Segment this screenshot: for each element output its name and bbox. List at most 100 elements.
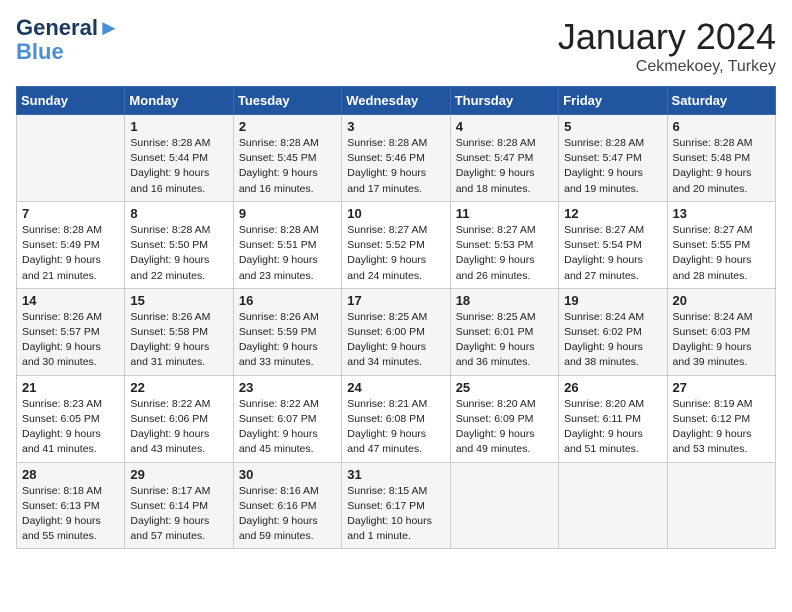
- day-number: 27: [673, 380, 770, 395]
- day-info: Sunrise: 8:15 AMSunset: 6:17 PMDaylight:…: [347, 484, 444, 545]
- day-number: 13: [673, 206, 770, 221]
- calendar-cell: 20Sunrise: 8:24 AMSunset: 6:03 PMDayligh…: [667, 288, 775, 375]
- day-number: 25: [456, 380, 553, 395]
- calendar-cell: 9 Sunrise: 8:28 AMSunset: 5:51 PMDaylight…: [233, 201, 341, 288]
- logo-blue: Blue: [16, 40, 120, 64]
- day-info: Sunrise: 8:20 AMSunset: 6:11 PMDaylight:…: [564, 397, 661, 458]
- day-number: 7: [22, 206, 119, 221]
- calendar-cell: 28 Sunrise: 8:18 AMSunset: 6:13 PMDayligh…: [17, 462, 125, 549]
- logo: General► Blue: [16, 16, 120, 64]
- day-info: Sunrise: 8:17 AMSunset: 6:14 PMDaylight:…: [130, 484, 227, 545]
- day-number: 10: [347, 206, 444, 221]
- calendar-cell: 10Sunrise: 8:27 AMSunset: 5:52 PMDayligh…: [342, 201, 450, 288]
- calendar-cell: [559, 462, 667, 549]
- weekday-header: Saturday: [667, 87, 775, 115]
- calendar-cell: 19Sunrise: 8:24 AMSunset: 6:02 PMDayligh…: [559, 288, 667, 375]
- calendar-week-row: 1Sunrise: 8:28 AMSunset: 5:44 PMDaylight…: [17, 115, 776, 202]
- day-number: 28: [22, 467, 119, 482]
- calendar-table: SundayMondayTuesdayWednesdayThursdayFrid…: [16, 86, 776, 549]
- calendar-cell: 17Sunrise: 8:25 AMSunset: 6:00 PMDayligh…: [342, 288, 450, 375]
- day-info: Sunrise: 8:27 AMSunset: 5:54 PMDaylight:…: [564, 223, 661, 284]
- day-info: Sunrise: 8:26 AMSunset: 5:58 PMDaylight:…: [130, 310, 227, 371]
- calendar-week-row: 14 Sunrise: 8:26 AMSunset: 5:57 PMDayligh…: [17, 288, 776, 375]
- calendar-cell: 18Sunrise: 8:25 AMSunset: 6:01 PMDayligh…: [450, 288, 558, 375]
- day-info: Sunrise: 8:28 AMSunset: 5:51 PMDaylight:…: [239, 223, 336, 284]
- location-subtitle: Cekmekoey, Turkey: [558, 58, 776, 76]
- weekday-header: Monday: [125, 87, 233, 115]
- calendar-cell: 3Sunrise: 8:28 AMSunset: 5:46 PMDaylight…: [342, 115, 450, 202]
- day-number: 31: [347, 467, 444, 482]
- day-info: Sunrise: 8:19 AMSunset: 6:12 PMDaylight:…: [673, 397, 770, 458]
- calendar-cell: 4 Sunrise: 8:28 AMSunset: 5:47 PMDaylight…: [450, 115, 558, 202]
- day-number: 16: [239, 293, 336, 308]
- calendar-cell: 16 Sunrise: 8:26 AMSunset: 5:59 PMDayligh…: [233, 288, 341, 375]
- day-number: 30: [239, 467, 336, 482]
- day-number: 14: [22, 293, 119, 308]
- calendar-week-row: 21 Sunrise: 8:23 AMSunset: 6:05 PMDayligh…: [17, 375, 776, 462]
- calendar-cell: 23 Sunrise: 8:22 AMSunset: 6:07 PMDayligh…: [233, 375, 341, 462]
- calendar-cell: 2Sunrise: 8:28 AMSunset: 5:45 PMDaylight…: [233, 115, 341, 202]
- page-header: General► Blue January 2024 Cekmekoey, Tu…: [16, 16, 776, 76]
- day-number: 6: [673, 119, 770, 134]
- day-info: Sunrise: 8:16 AMSunset: 6:16 PMDaylight:…: [239, 484, 336, 545]
- weekday-header: Wednesday: [342, 87, 450, 115]
- day-info: Sunrise: 8:22 AMSunset: 6:07 PMDaylight:…: [239, 397, 336, 458]
- day-number: 21: [22, 380, 119, 395]
- day-number: 23: [239, 380, 336, 395]
- month-title: January 2024: [558, 16, 776, 58]
- day-number: 26: [564, 380, 661, 395]
- day-info: Sunrise: 8:21 AMSunset: 6:08 PMDaylight:…: [347, 397, 444, 458]
- day-number: 22: [130, 380, 227, 395]
- day-info: Sunrise: 8:23 AMSunset: 6:05 PMDaylight:…: [22, 397, 119, 458]
- calendar-cell: 30 Sunrise: 8:16 AMSunset: 6:16 PMDayligh…: [233, 462, 341, 549]
- calendar-cell: 21 Sunrise: 8:23 AMSunset: 6:05 PMDayligh…: [17, 375, 125, 462]
- day-info: Sunrise: 8:28 AMSunset: 5:49 PMDaylight:…: [22, 223, 119, 284]
- calendar-cell: 13 Sunrise: 8:27 AMSunset: 5:55 PMDayligh…: [667, 201, 775, 288]
- day-number: 9: [239, 206, 336, 221]
- day-number: 4: [456, 119, 553, 134]
- day-number: 8: [130, 206, 227, 221]
- day-info: Sunrise: 8:28 AMSunset: 5:50 PMDaylight:…: [130, 223, 227, 284]
- day-number: 1: [130, 119, 227, 134]
- day-info: Sunrise: 8:18 AMSunset: 6:13 PMDaylight:…: [22, 484, 119, 545]
- calendar-cell: 25Sunrise: 8:20 AMSunset: 6:09 PMDayligh…: [450, 375, 558, 462]
- day-info: Sunrise: 8:28 AMSunset: 5:47 PMDaylight:…: [456, 136, 553, 197]
- day-number: 20: [673, 293, 770, 308]
- calendar-cell: 8 Sunrise: 8:28 AMSunset: 5:50 PMDaylight…: [125, 201, 233, 288]
- calendar-cell: 31 Sunrise: 8:15 AMSunset: 6:17 PMDayligh…: [342, 462, 450, 549]
- calendar-cell: 26 Sunrise: 8:20 AMSunset: 6:11 PMDayligh…: [559, 375, 667, 462]
- day-info: Sunrise: 8:28 AMSunset: 5:45 PMDaylight:…: [239, 136, 336, 197]
- weekday-header: Tuesday: [233, 87, 341, 115]
- day-info: Sunrise: 8:28 AMSunset: 5:48 PMDaylight:…: [673, 136, 770, 197]
- title-block: January 2024 Cekmekoey, Turkey: [558, 16, 776, 76]
- day-number: 29: [130, 467, 227, 482]
- day-number: 18: [456, 293, 553, 308]
- day-number: 11: [456, 206, 553, 221]
- calendar-cell: 22 Sunrise: 8:22 AMSunset: 6:06 PMDayligh…: [125, 375, 233, 462]
- day-info: Sunrise: 8:27 AMSunset: 5:53 PMDaylight:…: [456, 223, 553, 284]
- calendar-cell: 12 Sunrise: 8:27 AMSunset: 5:54 PMDayligh…: [559, 201, 667, 288]
- day-number: 24: [347, 380, 444, 395]
- weekday-header: Friday: [559, 87, 667, 115]
- calendar-week-row: 7 Sunrise: 8:28 AMSunset: 5:49 PMDaylight…: [17, 201, 776, 288]
- day-info: Sunrise: 8:27 AMSunset: 5:55 PMDaylight:…: [673, 223, 770, 284]
- day-number: 12: [564, 206, 661, 221]
- day-info: Sunrise: 8:26 AMSunset: 5:57 PMDaylight:…: [22, 310, 119, 371]
- calendar-cell: 15Sunrise: 8:26 AMSunset: 5:58 PMDayligh…: [125, 288, 233, 375]
- day-number: 19: [564, 293, 661, 308]
- logo-text: General►: [16, 16, 120, 40]
- calendar-cell: 1Sunrise: 8:28 AMSunset: 5:44 PMDaylight…: [125, 115, 233, 202]
- day-info: Sunrise: 8:28 AMSunset: 5:47 PMDaylight:…: [564, 136, 661, 197]
- calendar-header-row: SundayMondayTuesdayWednesdayThursdayFrid…: [17, 87, 776, 115]
- day-info: Sunrise: 8:25 AMSunset: 6:00 PMDaylight:…: [347, 310, 444, 371]
- calendar-cell: 27 Sunrise: 8:19 AMSunset: 6:12 PMDayligh…: [667, 375, 775, 462]
- calendar-cell: 14 Sunrise: 8:26 AMSunset: 5:57 PMDayligh…: [17, 288, 125, 375]
- calendar-cell: 7 Sunrise: 8:28 AMSunset: 5:49 PMDaylight…: [17, 201, 125, 288]
- day-number: 3: [347, 119, 444, 134]
- day-info: Sunrise: 8:22 AMSunset: 6:06 PMDaylight:…: [130, 397, 227, 458]
- calendar-cell: [667, 462, 775, 549]
- calendar-cell: 6 Sunrise: 8:28 AMSunset: 5:48 PMDaylight…: [667, 115, 775, 202]
- calendar-cell: 5Sunrise: 8:28 AMSunset: 5:47 PMDaylight…: [559, 115, 667, 202]
- calendar-cell: 29 Sunrise: 8:17 AMSunset: 6:14 PMDayligh…: [125, 462, 233, 549]
- day-info: Sunrise: 8:26 AMSunset: 5:59 PMDaylight:…: [239, 310, 336, 371]
